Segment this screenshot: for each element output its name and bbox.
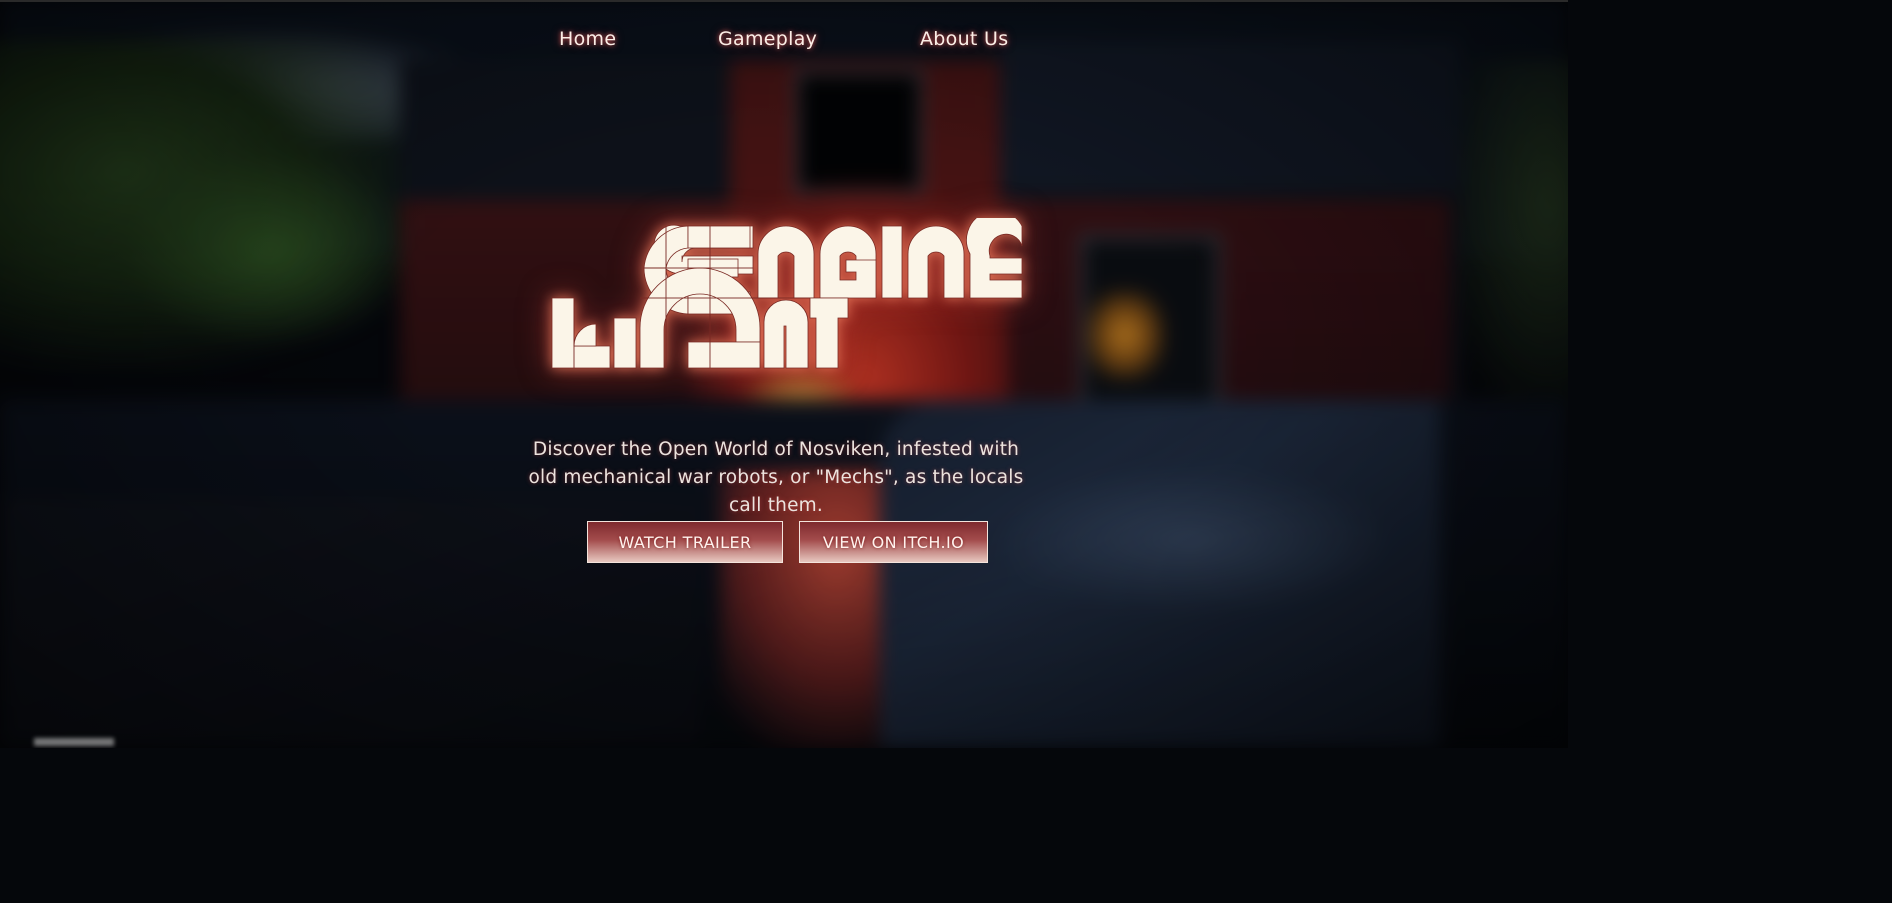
nav-about-us-link[interactable]: About Us <box>920 28 1008 50</box>
main-nav: Home Gameplay About Us <box>0 28 1568 58</box>
landing-page: Home Gameplay About Us Discover the Open… <box>0 0 1568 748</box>
hero-tagline: Discover the Open World of Nosviken, inf… <box>528 438 1024 516</box>
top-border <box>0 0 1568 2</box>
nav-home-link[interactable]: Home <box>559 28 616 50</box>
view-on-itchio-button[interactable]: VIEW ON ITCH.IO <box>799 521 988 563</box>
watch-trailer-button[interactable]: WATCH TRAILER <box>587 521 783 563</box>
corner-decoration <box>34 738 114 746</box>
background-vignette <box>0 0 1568 748</box>
nav-gameplay-link[interactable]: Gameplay <box>718 28 817 50</box>
game-logo <box>551 218 1023 369</box>
